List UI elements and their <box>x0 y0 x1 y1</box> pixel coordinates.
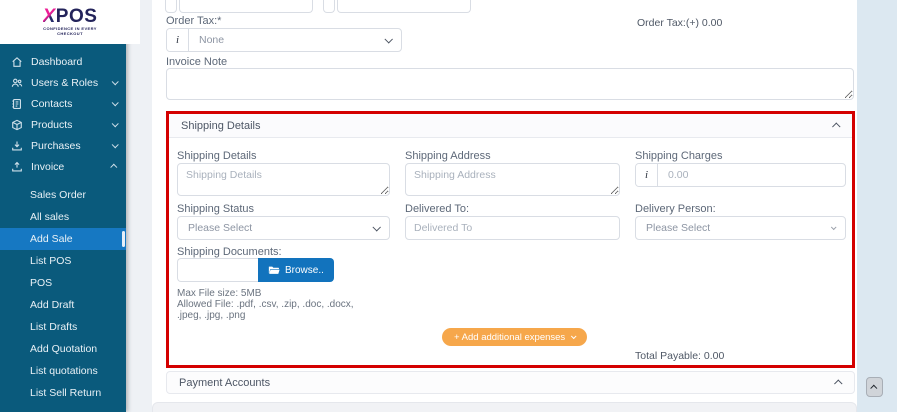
invoice-note-textarea[interactable] <box>166 68 854 100</box>
chevron-down-icon <box>111 78 119 86</box>
payment-accounts-section-header[interactable]: Payment Accounts <box>166 371 855 394</box>
max-file-size-hint: Max File size: 5MB <box>177 288 262 299</box>
shipping-status-select[interactable]: Please Select <box>177 216 390 240</box>
sidebar-item-label: Products <box>31 118 73 131</box>
chevron-down-icon <box>111 99 119 107</box>
order-tax-selected-value: None <box>199 34 225 46</box>
shipping-documents-label: Shipping Documents: <box>177 246 282 258</box>
sidebar-item-label: Dashboard <box>31 55 83 68</box>
shipping-charges-input[interactable] <box>668 169 835 181</box>
sidebar-item-sales-order[interactable]: Sales Order <box>0 184 126 206</box>
shipping-status-selected-value: Please Select <box>188 222 253 234</box>
sidebar: Dashboard Users & Roles Contacts Product… <box>0 0 126 412</box>
scroll-to-top-button[interactable] <box>866 377 883 397</box>
truncated-input-prefix <box>165 0 177 13</box>
delivery-person-selected-value: Please Select <box>646 222 711 234</box>
sidebar-item-list-sell-return[interactable]: List Sell Return <box>0 382 126 404</box>
delivery-person-select[interactable]: Please Select <box>635 216 846 240</box>
home-icon <box>12 56 22 67</box>
add-additional-expenses-button[interactable]: + Add additional expenses <box>442 328 588 346</box>
shipping-status-label: Shipping Status <box>177 203 255 215</box>
chevron-up-icon <box>870 384 878 392</box>
collapse-icon[interactable] <box>834 378 843 388</box>
payment-accounts-title: Payment Accounts <box>179 376 271 389</box>
truncated-input-field[interactable] <box>337 0 471 13</box>
info-icon: i <box>636 164 658 186</box>
chevron-down-icon <box>372 223 381 232</box>
brand-tagline: CONFIDENCE IN EVERY CHECKOUT <box>43 26 97 36</box>
order-tax-label: Order Tax:* <box>166 15 222 27</box>
sidebar-item-add-quotation[interactable]: Add Quotation <box>0 338 126 360</box>
sidebar-item-add-draft[interactable]: Add Draft <box>0 294 126 316</box>
sidebar-item-dashboard[interactable]: Dashboard <box>0 51 126 72</box>
sidebar-item-purchases[interactable]: Purchases <box>0 135 126 156</box>
shipping-details-textarea[interactable] <box>177 163 390 196</box>
add-additional-expenses-label: + Add additional expenses <box>454 331 566 343</box>
sidebar-nav: Dashboard Users & Roles Contacts Product… <box>0 0 126 404</box>
sidebar-item-users-roles[interactable]: Users & Roles <box>0 72 126 93</box>
shipping-details-section: Shipping Details Shipping Details Shippi… <box>166 111 855 368</box>
shipping-address-label: Shipping Address <box>405 150 491 162</box>
upload-icon <box>12 161 22 171</box>
app-logo: XPOS CONFIDENCE IN EVERY CHECKOUT <box>0 0 140 44</box>
sidebar-item-label: Contacts <box>31 97 73 110</box>
chevron-down-icon <box>830 224 837 231</box>
browse-button[interactable]: Browse.. <box>258 258 334 282</box>
truncated-input-prefix <box>323 0 335 13</box>
sidebar-item-all-sales[interactable]: All sales <box>0 206 126 228</box>
invoice-note-label: Invoice Note <box>166 56 228 68</box>
total-payable-text: Total Payable: 0.00 <box>635 350 725 362</box>
truncated-input-group-2[interactable] <box>323 0 471 13</box>
file-name-box[interactable] <box>177 258 258 282</box>
shipping-section-header[interactable]: Shipping Details <box>169 114 852 138</box>
sidebar-item-list-quotations[interactable]: List quotations <box>0 360 126 382</box>
sidebar-item-label: Invoice <box>31 160 65 173</box>
sidebar-item-add-sale[interactable]: Add Sale <box>0 228 126 250</box>
info-icon: i <box>167 29 189 51</box>
sale-form-card: Order Tax:* i None Order Tax:(+) 0.00 In… <box>152 0 857 412</box>
browse-button-label: Browse.. <box>285 264 324 276</box>
right-background-strip <box>857 0 897 412</box>
contacts-icon <box>12 98 21 109</box>
folder-icon <box>268 266 280 274</box>
sidebar-item-label: Purchases <box>31 139 81 152</box>
invoice-submenu: Sales Order All sales Add Sale List POS … <box>0 184 126 404</box>
users-icon <box>11 78 23 87</box>
order-tax-summary: Order Tax:(+) 0.00 <box>637 17 723 29</box>
sidebar-item-list-drafts[interactable]: List Drafts <box>0 316 126 338</box>
sidebar-item-products[interactable]: Products <box>0 114 126 135</box>
delivered-to-input[interactable] <box>405 216 620 240</box>
download-icon <box>12 141 22 150</box>
allowed-files-hint-line2: .jpeg, .jpg, .png <box>177 310 246 321</box>
brand-text: XPOS <box>42 6 98 27</box>
shipping-section-title: Shipping Details <box>181 119 261 132</box>
allowed-files-hint-line1: Allowed File: .pdf, .csv, .zip, .doc, .d… <box>177 299 354 310</box>
delivery-person-label: Delivery Person: <box>635 203 716 215</box>
chevron-down-icon <box>384 29 401 51</box>
chevron-up-icon <box>110 163 118 171</box>
chevron-down-icon <box>111 141 119 149</box>
truncated-input-group-1[interactable] <box>165 0 313 13</box>
shipping-address-textarea[interactable] <box>405 163 620 196</box>
sidebar-item-invoice[interactable]: Invoice <box>0 156 126 177</box>
collapse-icon[interactable] <box>832 121 841 131</box>
shipping-charges-input-group: i <box>635 163 846 187</box>
package-icon <box>12 119 22 130</box>
sidebar-item-label: Users & Roles <box>31 76 99 89</box>
delivered-to-label: Delivered To: <box>405 203 469 215</box>
truncated-input-field[interactable] <box>179 0 313 13</box>
shipping-details-label: Shipping Details <box>177 150 257 162</box>
shipping-documents-file-input: Browse.. <box>177 258 334 282</box>
main-content: Order Tax:* i None Order Tax:(+) 0.00 In… <box>126 0 897 412</box>
sidebar-item-pos[interactable]: POS <box>0 272 126 294</box>
next-section-edge <box>152 402 857 412</box>
chevron-down-icon <box>571 333 577 340</box>
sidebar-item-list-pos[interactable]: List POS <box>0 250 126 272</box>
order-tax-select[interactable]: i None <box>166 28 402 52</box>
chevron-down-icon <box>111 120 119 128</box>
shipping-charges-label: Shipping Charges <box>635 150 723 162</box>
sidebar-item-contacts[interactable]: Contacts <box>0 93 126 114</box>
